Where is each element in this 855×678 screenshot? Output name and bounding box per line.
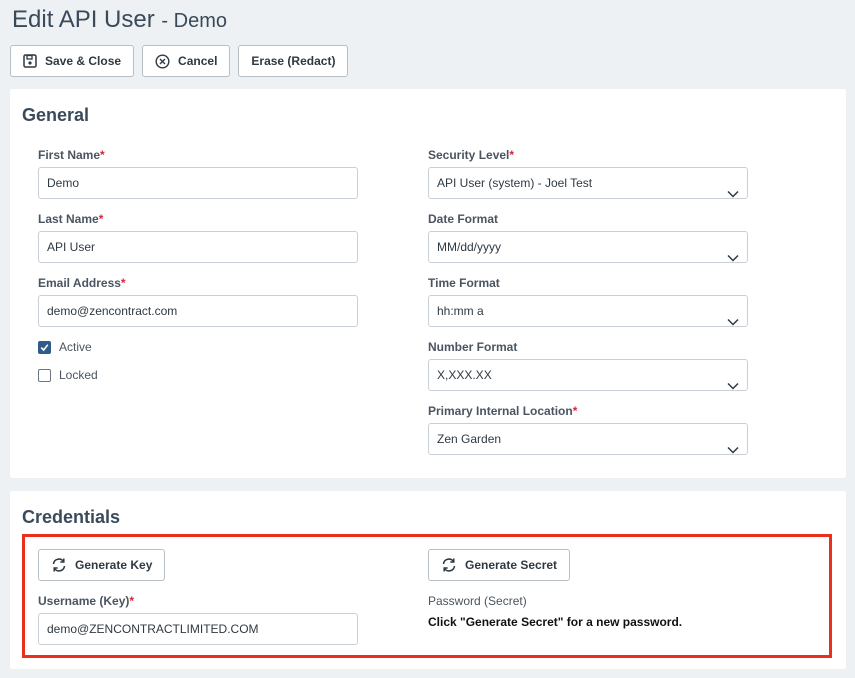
number-format-value: X,XXX.XX xyxy=(437,368,492,382)
page-subtitle: - Demo xyxy=(161,10,227,32)
password-note: Click "Generate Secret" for a new passwo… xyxy=(428,615,683,629)
locked-checkbox[interactable]: Locked xyxy=(38,368,98,382)
page-title-text: Edit API User xyxy=(12,6,155,33)
email-field[interactable]: demo@zencontract.com xyxy=(38,295,358,327)
checkbox-empty-icon xyxy=(38,368,51,382)
security-level-select[interactable]: API User (system) - Joel Test xyxy=(428,167,748,199)
check-icon xyxy=(38,340,51,354)
password-label: Password (Secret) xyxy=(428,594,527,608)
cancel-label: Cancel xyxy=(178,54,218,68)
last-name-field[interactable]: API User xyxy=(38,231,358,263)
refresh-icon xyxy=(441,557,457,573)
date-format-label: Date Format xyxy=(428,212,499,226)
general-heading: General xyxy=(22,105,90,125)
generate-secret-label: Generate Secret xyxy=(465,558,558,572)
generate-key-label: Generate Key xyxy=(75,558,153,572)
primary-location-select[interactable]: Zen Garden xyxy=(428,423,748,455)
first-name-label: First Name* xyxy=(38,148,105,162)
username-field[interactable]: demo@ZENCONTRACTLIMITED.COM xyxy=(38,613,358,645)
last-name-label: Last Name* xyxy=(38,212,104,226)
cancel-button[interactable]: Cancel xyxy=(142,45,231,77)
security-level-value: API User (system) - Joel Test xyxy=(437,176,593,190)
chevron-down-icon xyxy=(727,435,739,465)
active-label: Active xyxy=(59,340,92,354)
date-format-select[interactable]: MM/dd/yyyy xyxy=(428,231,748,263)
generate-key-button[interactable]: Generate Key xyxy=(38,549,166,581)
credentials-heading: Credentials xyxy=(22,507,121,527)
primary-location-label: Primary Internal Location* xyxy=(428,404,578,418)
floppy-disk-icon xyxy=(23,54,37,68)
chevron-down-icon xyxy=(727,307,739,337)
username-label: Username (Key)* xyxy=(38,594,135,608)
save-close-label: Save & Close xyxy=(45,54,122,68)
active-checkbox[interactable]: Active xyxy=(38,340,92,354)
email-label: Email Address* xyxy=(38,276,126,290)
toolbar: Save & Close Cancel Erase (Redact) xyxy=(10,45,349,77)
chevron-down-icon xyxy=(727,243,739,273)
time-format-label: Time Format xyxy=(428,276,500,290)
refresh-icon xyxy=(51,557,67,573)
date-format-value: MM/dd/yyyy xyxy=(437,240,502,254)
first-name-field[interactable]: Demo xyxy=(38,167,358,199)
locked-label: Locked xyxy=(59,368,98,382)
chevron-down-icon xyxy=(727,179,739,209)
time-format-select[interactable]: hh:mm a xyxy=(428,295,748,327)
time-format-value: hh:mm a xyxy=(437,304,484,318)
chevron-down-icon xyxy=(727,371,739,401)
number-format-label: Number Format xyxy=(428,340,518,354)
primary-location-value: Zen Garden xyxy=(437,432,502,446)
number-format-select[interactable]: X,XXX.XX xyxy=(428,359,748,391)
page-title: Edit API User - Demo xyxy=(12,6,227,34)
circle-x-icon xyxy=(155,53,170,69)
credentials-panel: Credentials Generate Key Generate Secret… xyxy=(10,491,846,669)
erase-redact-label: Erase (Redact) xyxy=(251,54,336,68)
erase-redact-button[interactable]: Erase (Redact) xyxy=(238,45,349,77)
save-close-button[interactable]: Save & Close xyxy=(10,45,135,77)
generate-secret-button[interactable]: Generate Secret xyxy=(428,549,571,581)
general-panel: General First Name* Demo Last Name* API … xyxy=(10,89,846,478)
security-level-label: Security Level* xyxy=(428,148,515,162)
